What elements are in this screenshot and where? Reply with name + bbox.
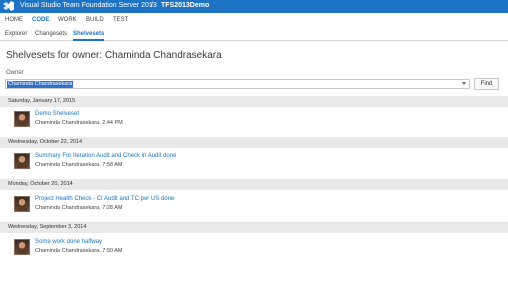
nav-work[interactable]: WORK <box>58 17 77 23</box>
shelveset-link[interactable]: Summary For Iteration Audit and Check in… <box>35 153 176 159</box>
project-name[interactable]: TFS2013Demo <box>161 2 209 9</box>
nav-build[interactable]: BUILD <box>86 17 104 23</box>
shelveset-meta: Chaminda Chandrasekara, 7:50 AM <box>35 248 123 254</box>
find-button[interactable]: Find <box>474 78 499 90</box>
date-label: Saturday, January 17, 2015 <box>8 98 76 104</box>
avatar <box>14 196 30 212</box>
visual-studio-logo-icon[interactable] <box>3 1 14 11</box>
list-item: Some work done halfway Chaminda Chandras… <box>0 236 508 258</box>
owner-label: Owner <box>6 70 24 76</box>
shelveset-meta: Chaminda Chandrasekara, 2:44 PM <box>35 120 123 126</box>
shelveset-link[interactable]: Demo Shelveset <box>35 111 79 117</box>
date-group-header: Saturday, January 17, 2015 <box>0 96 508 107</box>
date-group-header: Wednesday, October 22, 2014 <box>0 137 508 148</box>
breadcrumb-separator: / <box>151 2 153 9</box>
list-item: Summary For Iteration Audit and Check in… <box>0 150 508 172</box>
shelveset-meta: Chaminda Chandrasekara, 7:28 AM <box>35 205 123 211</box>
nav-code[interactable]: CODE <box>32 17 49 23</box>
shelveset-meta: Chaminda Chandrasekara, 7:58 AM <box>35 162 123 168</box>
avatar <box>14 239 30 255</box>
list-item: Demo Shelveset Chaminda Chandrasekara, 2… <box>0 108 508 130</box>
list-item: Project Health Check - CI Audit and TC p… <box>0 193 508 215</box>
avatar <box>14 111 30 127</box>
owner-input-value[interactable]: Chaminda Chandrasekara <box>7 81 74 88</box>
chevron-down-icon[interactable] <box>462 82 466 85</box>
active-tab-indicator <box>73 39 104 41</box>
date-label: Wednesday, October 22, 2014 <box>8 139 83 145</box>
page-title: Shelvesets for owner: Chaminda Chandrase… <box>6 50 222 61</box>
shelveset-link[interactable]: Some work done halfway <box>35 239 102 245</box>
date-label: Wednesday, September 3, 2014 <box>8 224 87 230</box>
title-bar: Visual Studio Team Foundation Server 201… <box>0 0 508 13</box>
product-name: Visual Studio Team Foundation Server 201… <box>20 2 157 9</box>
date-group-header: Wednesday, September 3, 2014 <box>0 222 508 233</box>
date-label: Monday, October 20, 2014 <box>8 181 73 187</box>
sub-nav: Explorer Changesets Shelvesets <box>0 28 508 41</box>
owner-combobox[interactable]: Chaminda Chandrasekara <box>5 79 470 89</box>
tab-shelvesets[interactable]: Shelvesets <box>73 31 104 37</box>
tab-changesets[interactable]: Changesets <box>35 31 67 37</box>
nav-home[interactable]: HOME <box>5 17 23 23</box>
tab-explorer[interactable]: Explorer <box>5 31 27 37</box>
nav-test[interactable]: TEST <box>113 17 128 23</box>
shelveset-link[interactable]: Project Health Check - CI Audit and TC p… <box>35 196 174 202</box>
date-group-header: Monday, October 20, 2014 <box>0 179 508 190</box>
main-nav: HOME CODE WORK BUILD TEST <box>0 13 508 28</box>
avatar <box>14 153 30 169</box>
